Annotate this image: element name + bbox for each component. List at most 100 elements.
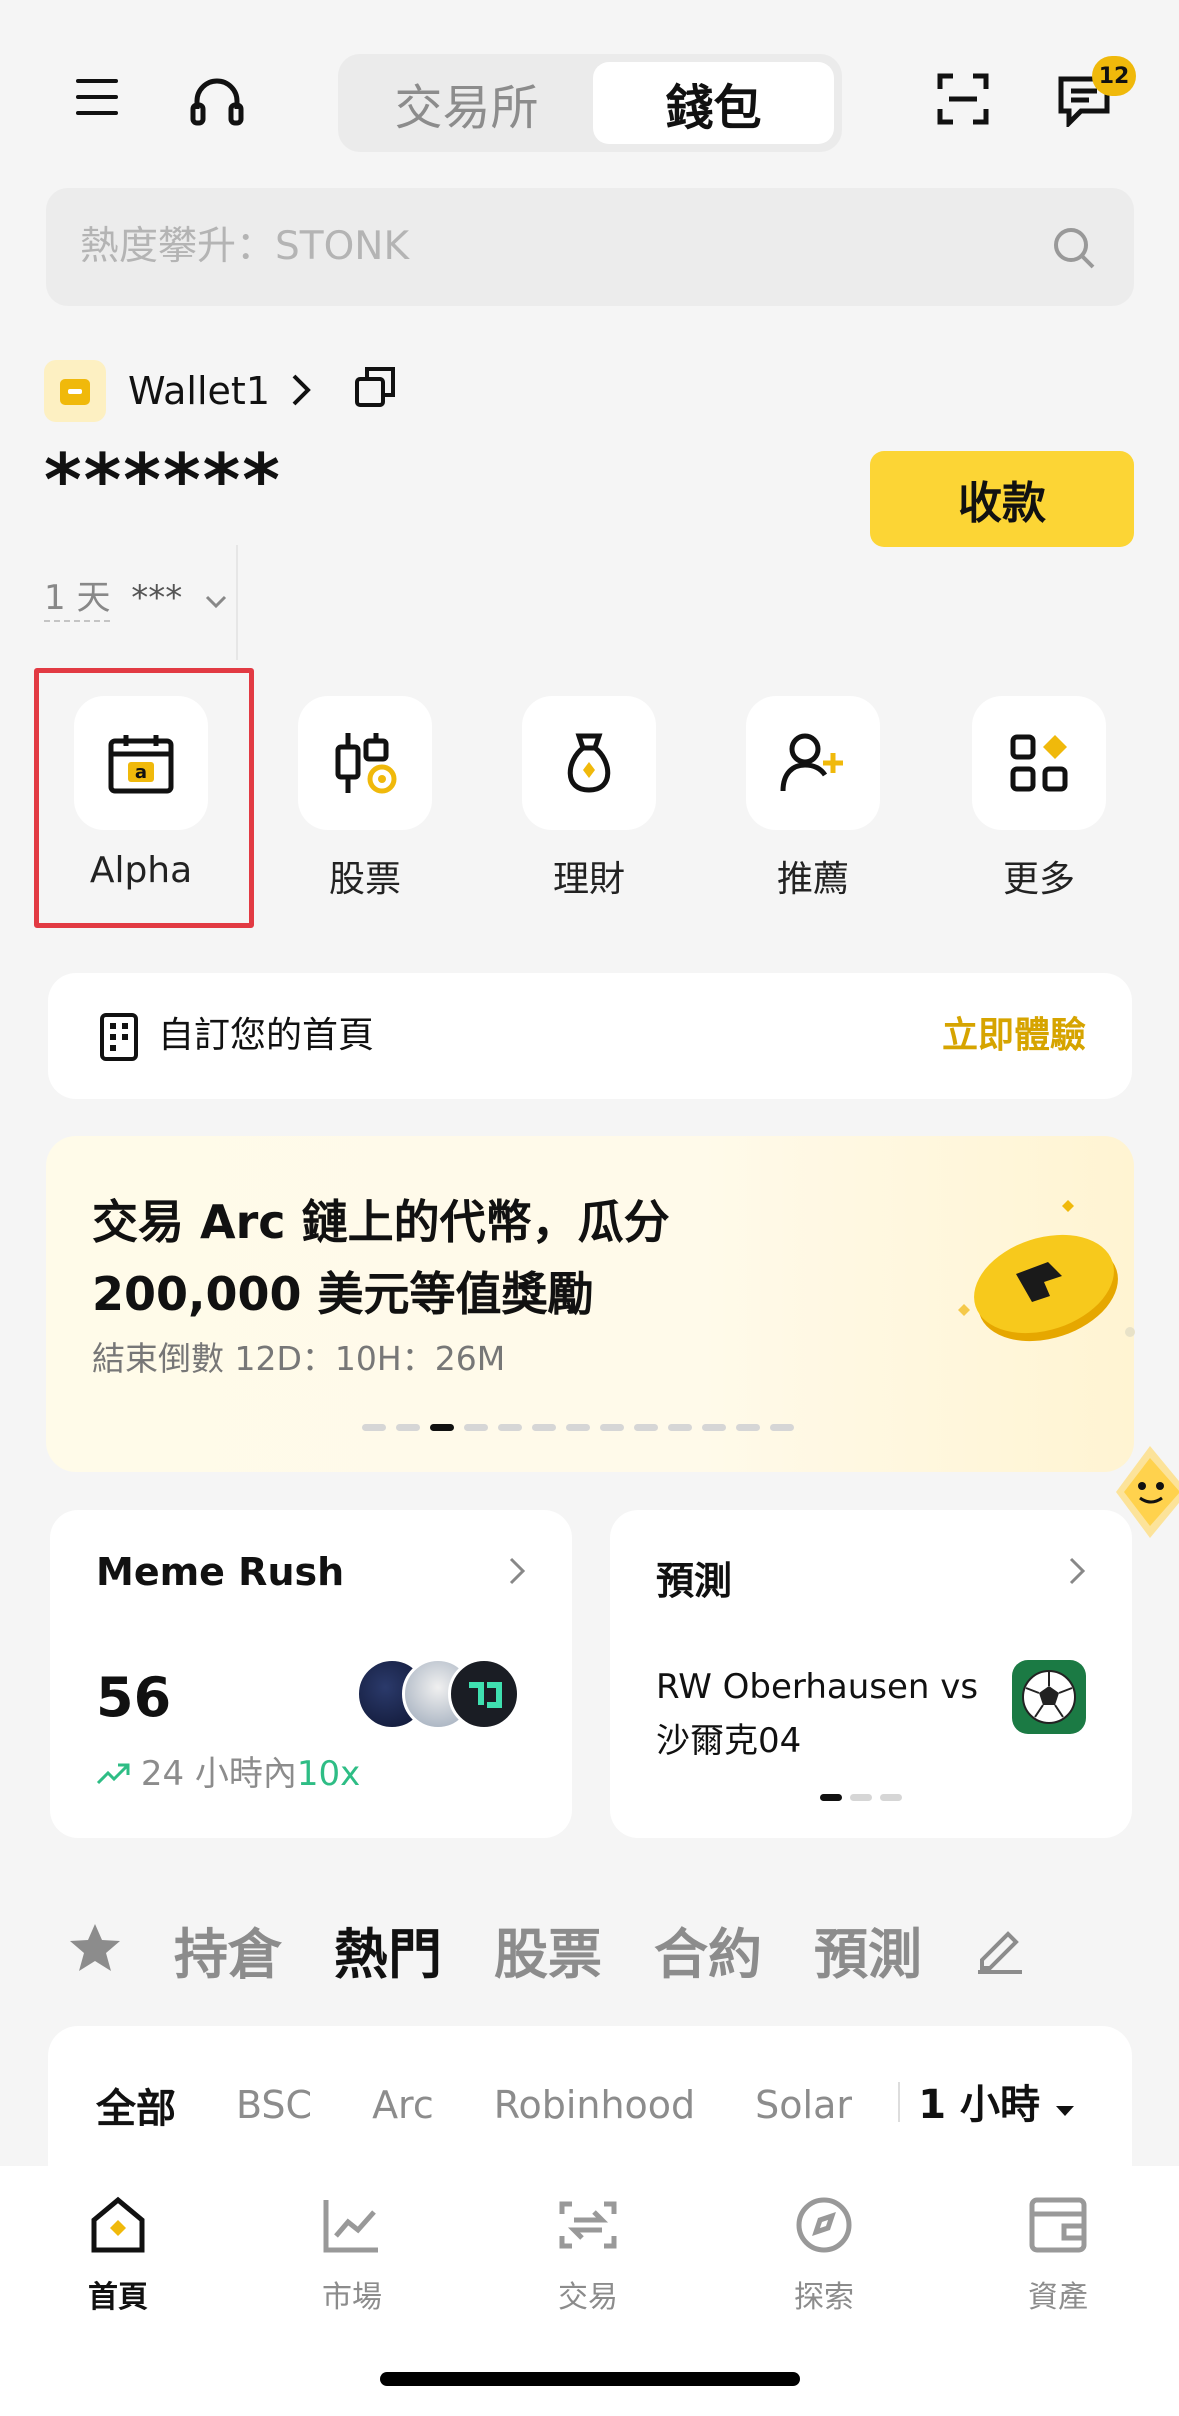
menu-icon[interactable] <box>70 70 124 124</box>
time-range-dropdown[interactable]: 1 小時 <box>918 2072 1076 2130</box>
tab-wallet[interactable]: 錢包 <box>593 62 834 144</box>
carousel-dot <box>880 1794 902 1801</box>
tab-stocks[interactable]: 股票 <box>494 1910 602 1989</box>
candlestick-icon <box>298 696 432 830</box>
search-bar[interactable]: 熱度攀升：STONK <box>46 188 1134 306</box>
nav-label: 資產 <box>1028 2280 1088 2315</box>
money-bag-icon <box>522 696 656 830</box>
add-user-icon <box>746 696 880 830</box>
tab-prediction[interactable]: 預測 <box>814 1910 922 1989</box>
tab-hot[interactable]: 熱門 <box>334 1910 442 1989</box>
wallet-balance: ****** <box>44 438 282 522</box>
divider <box>236 545 238 660</box>
chevron-right-icon <box>508 1556 526 1590</box>
caret-down-icon <box>1054 2082 1076 2128</box>
carousel-dots <box>820 1794 902 1801</box>
carousel-dot <box>498 1424 522 1431</box>
shortcut-label: 更多 <box>1002 859 1075 900</box>
gold-coin-icon <box>898 1192 1138 1376</box>
search-icon[interactable] <box>1052 226 1096 274</box>
growth-value: 10x <box>296 1754 361 1794</box>
home-icon <box>88 2196 148 2258</box>
shortcut-earn[interactable]: 理財 <box>522 696 656 902</box>
star-icon[interactable] <box>68 1922 122 1978</box>
shortcut-referral[interactable]: 推薦 <box>746 696 880 902</box>
carousel-dot <box>464 1424 488 1431</box>
meme-count: 56 <box>96 1666 172 1729</box>
carousel-dot <box>702 1424 726 1431</box>
time-range-label: 1 小時 <box>918 2082 1041 2128</box>
nav-market[interactable]: 市場 <box>272 2196 432 2316</box>
nav-label: 首頁 <box>88 2280 148 2315</box>
prediction-title: 預測 <box>656 1559 733 1603</box>
carousel-dot <box>850 1794 872 1801</box>
filter-arc[interactable]: Arc <box>372 2083 434 2127</box>
search-placeholder: 熱度攀升：STONK <box>80 224 410 269</box>
carousel-dot <box>600 1424 624 1431</box>
carousel-dot <box>566 1424 590 1431</box>
growth-label: 24 小時內 <box>140 1754 297 1794</box>
carousel-dot <box>668 1424 692 1431</box>
filter-all[interactable]: 全部 <box>96 2076 176 2134</box>
promo-banner[interactable]: 交易 Arc 鏈上的代幣，瓜分 200,000 美元等值獎勵 結束倒數 12D：… <box>46 1136 1135 1472</box>
try-now-link[interactable]: 立即體驗 <box>942 973 1086 1099</box>
market-chart-icon <box>322 2200 382 2258</box>
banner-title: 交易 Arc 鏈上的代幣，瓜分 200,000 美元等值獎勵 <box>92 1195 670 1321</box>
shortcut-label: 理財 <box>552 859 625 900</box>
filter-robinhood[interactable]: Robinhood <box>494 2083 695 2127</box>
nav-assets[interactable]: 資產 <box>978 2196 1138 2316</box>
soccer-ball-icon <box>1012 1660 1086 1734</box>
shortcut-label: 推薦 <box>776 859 849 900</box>
prediction-card[interactable]: 預測 RW Oberhausen vs 沙爾克04 <box>610 1510 1132 1838</box>
period-value: *** <box>131 578 183 618</box>
carousel-dot <box>532 1424 556 1431</box>
carousel-dot <box>396 1424 420 1431</box>
trade-swap-icon <box>558 2201 618 2258</box>
customize-homepage-card[interactable]: 自訂您的首頁 立即體驗 <box>48 973 1132 1099</box>
discover-compass-icon <box>794 2197 854 2258</box>
wallet-name[interactable]: Wallet1 <box>128 358 270 424</box>
carousel-dot <box>770 1424 794 1431</box>
chevron-right-icon <box>1068 1556 1086 1590</box>
carousel-dot <box>362 1424 386 1431</box>
carousel-dot <box>736 1424 760 1431</box>
layout-icon <box>100 1013 138 1065</box>
notification-badge: 12 <box>1092 56 1136 96</box>
tab-exchange[interactable]: 交易所 <box>346 62 587 144</box>
period-label: 1 天 <box>44 578 111 622</box>
grid-more-icon <box>972 696 1106 830</box>
exchange-wallet-toggle: 交易所 錢包 <box>338 54 842 152</box>
period-selector[interactable]: 1 天 *** <box>44 570 227 626</box>
tab-holdings[interactable]: 持倉 <box>174 1910 282 1989</box>
carousel-dot <box>430 1424 454 1431</box>
chevron-right-icon[interactable] <box>290 373 312 411</box>
edit-icon[interactable] <box>974 1922 1026 1978</box>
receive-button[interactable]: 收款 <box>870 451 1134 547</box>
carousel-dot <box>820 1794 842 1801</box>
copy-icon[interactable] <box>354 366 396 412</box>
tab-futures[interactable]: 合約 <box>654 1910 762 1989</box>
shortcut-label: 股票 <box>328 859 401 900</box>
filter-bsc[interactable]: BSC <box>236 2083 312 2127</box>
carousel-dot <box>634 1424 658 1431</box>
shortcut-more[interactable]: 更多 <box>972 696 1106 902</box>
trend-up-icon <box>96 1754 141 1794</box>
meme-rush-title: Meme Rush <box>96 1550 345 1594</box>
nav-trade[interactable]: 交易 <box>508 2196 668 2316</box>
meme-rush-card[interactable]: Meme Rush 56 24 小時內10x <box>50 1510 572 1838</box>
prediction-match: RW Oberhausen vs 沙爾克04 <box>656 1667 979 1761</box>
token-avatar-icon <box>448 1658 520 1730</box>
highlight-box <box>34 668 254 928</box>
filter-solar[interactable]: Solar <box>755 2083 852 2127</box>
shortcut-stocks[interactable]: 股票 <box>298 696 432 902</box>
divider <box>898 2082 900 2122</box>
headset-icon[interactable] <box>186 70 248 132</box>
nav-label: 市場 <box>322 2280 382 2315</box>
chevron-down-icon <box>205 578 227 618</box>
scan-icon[interactable] <box>934 70 992 128</box>
market-tabs: 持倉 熱門 股票 合約 預測 <box>68 1910 1026 1989</box>
nav-discover[interactable]: 探索 <box>744 2196 904 2316</box>
nav-label: 探索 <box>794 2280 854 2315</box>
nav-home[interactable]: 首頁 <box>38 2196 198 2316</box>
meme-growth: 24 小時內10x <box>96 1746 360 1795</box>
